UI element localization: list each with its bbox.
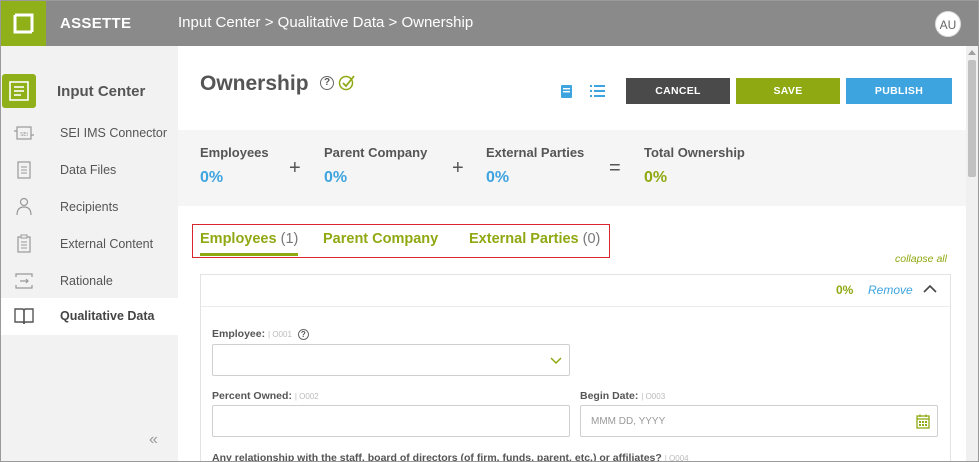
plus-sign: +: [289, 157, 301, 179]
sidebar-header-label: Input Center: [57, 83, 146, 100]
main-content: Ownership ? CANCEL SAVE PUBLISH Employee…: [178, 46, 966, 462]
label-text: Employee:: [212, 328, 266, 340]
cancel-button[interactable]: CANCEL: [626, 78, 730, 104]
avatar[interactable]: AU: [935, 11, 961, 37]
ownership-summary: Employees 0% + Parent Company 0% + Exter…: [178, 130, 966, 206]
logo[interactable]: [1, 1, 46, 46]
tab-label: Parent Company: [323, 231, 439, 247]
recipients-icon: [16, 197, 32, 216]
summary-label: Parent Company: [324, 145, 428, 160]
document-view-icon[interactable]: [560, 84, 573, 99]
panel-header: 0% Remove: [201, 275, 950, 307]
sidebar-item-label: Qualitative Data: [60, 309, 155, 323]
collapse-sidebar-button[interactable]: «: [149, 431, 158, 449]
employee-select[interactable]: [212, 344, 570, 376]
sidebar-item-recipients[interactable]: Recipients: [1, 189, 178, 226]
summary-label: Total Ownership: [644, 145, 745, 160]
summary-value: 0%: [486, 169, 510, 186]
scrollbar-thumb[interactable]: [968, 60, 976, 177]
active-tab-indicator: [200, 253, 298, 256]
page-title: Ownership: [200, 72, 309, 95]
summary-value: 0%: [200, 169, 224, 186]
top-bar: ASSETTE Input Center > Qualitative Data …: [1, 1, 978, 46]
percent-owned-label: Percent Owned: | O002: [212, 390, 319, 402]
app-window: ASSETTE Input Center > Qualitative Data …: [0, 0, 979, 462]
tab-external-parties[interactable]: External Parties (0): [469, 231, 600, 247]
list-view-icon[interactable]: [590, 84, 605, 98]
external-content-icon: [17, 234, 31, 253]
sidebar-item-rationale[interactable]: Rationale: [1, 263, 178, 300]
sidebar-item-label: SEI IMS Connector: [60, 126, 167, 140]
sidebar-item-label: Data Files: [60, 163, 117, 177]
tab-bar: Employees (1) Parent Company External Pa…: [192, 224, 610, 258]
sidebar-item-label: External Content: [60, 237, 154, 251]
chevron-down-icon: [550, 357, 562, 365]
rationale-icon: [15, 273, 33, 289]
sidebar-item-label: Recipients: [60, 200, 119, 214]
vertical-scrollbar[interactable]: [966, 46, 978, 461]
remove-link[interactable]: Remove: [868, 283, 913, 297]
equals-sign: =: [609, 157, 621, 179]
summary-employees: Employees 0%: [200, 145, 269, 187]
employee-field-label: Employee: | O001 ?: [212, 328, 309, 340]
summary-value: 0%: [324, 169, 348, 186]
tab-label: Employees: [200, 231, 277, 247]
collapse-all-link[interactable]: collapse all: [895, 253, 947, 265]
logo-icon: [13, 13, 34, 34]
breadcrumb: Input Center > Qualitative Data > Owners…: [178, 14, 473, 31]
field-code: | O003: [641, 392, 666, 401]
input-center-icon: [2, 74, 36, 108]
sidebar-item-label: Rationale: [60, 274, 113, 288]
check-circle-icon: [338, 75, 355, 91]
field-code: | O004: [664, 454, 689, 462]
data-files-icon: [17, 161, 31, 179]
label-text: Begin Date:: [580, 390, 639, 402]
breadcrumb-text[interactable]: Input Center > Qualitative Data > Owners…: [178, 14, 473, 31]
book-icon: [14, 308, 34, 325]
tab-label: External Parties: [469, 231, 579, 247]
calendar-icon[interactable]: [916, 414, 930, 429]
summary-total-ownership: Total Ownership 0%: [644, 145, 745, 187]
chevron-up-icon[interactable]: [923, 284, 937, 294]
percent-owned-input[interactable]: [212, 405, 570, 437]
plus-sign: +: [452, 157, 464, 179]
scroll-up-icon[interactable]: [968, 50, 976, 55]
employee-entry-panel: 0% Remove Employee: | O001 ? Percent Own…: [200, 274, 951, 462]
tab-count: (0): [582, 231, 601, 247]
sidebar-item-data-files[interactable]: Data Files: [1, 152, 178, 189]
field-code: | O001: [268, 330, 292, 339]
sidebar-item-external-content[interactable]: External Content: [1, 226, 178, 263]
sidebar: Input Center SEI SEI IMS Connector Data …: [1, 46, 178, 461]
summary-label: External Parties: [486, 145, 585, 160]
svg-text:SEI: SEI: [20, 132, 28, 138]
sidebar-header[interactable]: Input Center: [1, 74, 178, 110]
begin-date-placeholder: MMM DD, YYYY: [591, 416, 666, 427]
summary-external-parties: External Parties 0%: [486, 145, 584, 187]
begin-date-label: Begin Date: | O003: [580, 390, 665, 402]
publish-button[interactable]: PUBLISH: [846, 78, 952, 104]
label-text: Any relationship with the staff, board o…: [212, 452, 662, 462]
summary-label: Employees: [200, 145, 269, 160]
help-icon[interactable]: ?: [297, 328, 309, 340]
save-button[interactable]: SAVE: [736, 78, 840, 104]
label-text: Percent Owned:: [212, 390, 292, 402]
sidebar-item-sei-ims-connector[interactable]: SEI SEI IMS Connector: [1, 115, 178, 152]
tab-count: (1): [280, 231, 299, 247]
summary-parent-company: Parent Company 0%: [324, 145, 427, 187]
brand-name: ASSETTE: [60, 15, 132, 32]
tab-parent-company[interactable]: Parent Company: [323, 231, 438, 247]
relationship-label: Any relationship with the staff, board o…: [212, 452, 689, 462]
summary-value: 0%: [644, 169, 668, 186]
tab-employees[interactable]: Employees (1): [200, 231, 298, 247]
sidebar-item-qualitative-data[interactable]: Qualitative Data: [1, 298, 178, 335]
help-icon[interactable]: ?: [320, 76, 334, 90]
connector-icon: SEI: [14, 126, 34, 140]
field-code: | O002: [294, 392, 319, 401]
entry-percent: 0%: [836, 283, 854, 297]
begin-date-input[interactable]: MMM DD, YYYY: [580, 405, 938, 437]
